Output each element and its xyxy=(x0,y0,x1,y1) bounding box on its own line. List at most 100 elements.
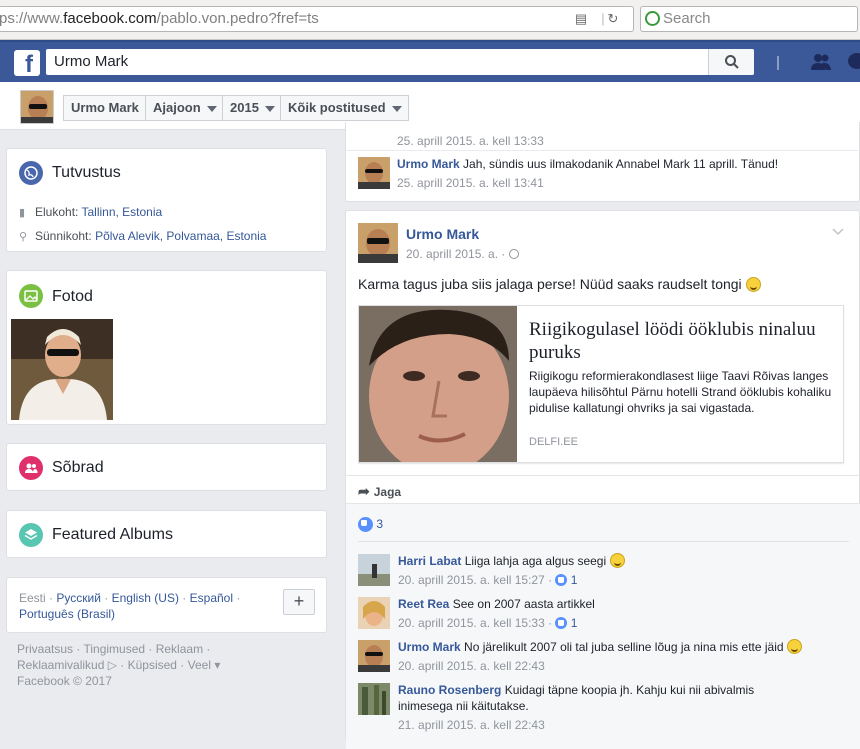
share-button[interactable]: ➦ Jaga xyxy=(358,483,401,500)
profile-name-label: Urmo Mark xyxy=(71,100,139,115)
language-english[interactable]: English (US) xyxy=(112,591,179,605)
footer-links-1[interactable]: Privaatsus · Tingimused · Reklaam · xyxy=(17,642,210,656)
commenter-avatar[interactable] xyxy=(358,683,390,715)
birthplace-link[interactable]: Põlva Alevik, Polvamaa, Estonia xyxy=(95,229,266,243)
separator: · xyxy=(182,591,187,605)
link-preview-title[interactable]: Riigikogulasel löödi ööklubis ninaluu pu… xyxy=(529,318,829,364)
link-preview-description: Riigikogu reformierakondlasest liige Taa… xyxy=(529,369,832,415)
comment-body: Harri Labat Liiga lahja aga algus seegi xyxy=(398,553,848,569)
comment-time[interactable]: 25. aprill 2015. a. kell 13:33 xyxy=(397,134,544,148)
intro-title: Tutvustus xyxy=(52,164,121,181)
commenter-name[interactable]: Urmo Mark xyxy=(398,640,461,654)
featured-albums-title: Featured Albums xyxy=(52,526,173,543)
ad-choices-link[interactable]: Reklaamivalikud xyxy=(17,658,104,672)
facebook-logo-letter: f xyxy=(25,51,33,76)
commenter-avatar[interactable] xyxy=(358,554,390,586)
intro-card: Tutvustus ▮ Elukoht: Tallinn, Estonia ⚲ Sü… xyxy=(6,148,327,252)
post-author-name[interactable]: Urmo Mark xyxy=(406,226,479,242)
home-icon: ▮ xyxy=(19,207,26,219)
reader-view-icon[interactable]: ▤ xyxy=(573,11,589,27)
language-spanish[interactable]: Español xyxy=(190,591,233,605)
address-bar[interactable]: ps://www.facebook.com/pablo.von.pedro?fr… xyxy=(0,6,634,32)
separator: · xyxy=(236,591,241,605)
birthplace-row: ⚲ Sünnikoht: Põlva Alevik, Polvamaa, Esto… xyxy=(19,229,266,243)
share-label: Jaga xyxy=(373,485,402,499)
globe-icon xyxy=(19,161,43,185)
post-filter-label: Kõik postitused xyxy=(288,100,386,115)
friends-card[interactable]: Sõbrad xyxy=(6,443,327,491)
post-card: Urmo Mark 20. aprill 2015. a. · Karma ta… xyxy=(345,210,860,749)
layers-icon xyxy=(19,523,43,547)
browser-search-input[interactable]: Search xyxy=(640,6,858,32)
profile-photo xyxy=(21,91,53,123)
friends-icon xyxy=(19,456,43,480)
post-date[interactable]: 20. aprill 2015. a. · xyxy=(406,247,519,261)
commenter-name[interactable]: Reet Rea xyxy=(398,597,449,611)
url-path: /pablo.von.pedro?fref=ts xyxy=(156,10,319,27)
link-preview[interactable]: Riigikogulasel löödi ööklubis ninaluu pu… xyxy=(358,305,844,463)
featured-albums-card[interactable]: Featured Albums xyxy=(6,510,327,558)
link-preview-image xyxy=(359,306,517,462)
comment-time[interactable]: 20. aprill 2015. a. kell 22:43 xyxy=(398,659,545,673)
post-author-avatar[interactable] xyxy=(358,223,398,263)
nav-divider xyxy=(777,56,779,70)
comment-meta: 20. aprill 2015. a. kell 15:27 · 1 xyxy=(398,573,577,587)
comment-body: Urmo Mark Jah, sündis uus ilmakodanik An… xyxy=(397,156,852,172)
commenter-name[interactable]: Harri Labat xyxy=(398,554,461,568)
language-list: Eesti · Русский · English (US) · Español… xyxy=(19,590,279,622)
footer-links-2[interactable]: Reklaamivalikud ▷ · Küpsised · Veel ▾ xyxy=(17,658,220,672)
commenter-avatar[interactable] xyxy=(358,640,390,672)
post-filter-dropdown[interactable]: Kõik postitused xyxy=(280,95,409,121)
separator: · xyxy=(49,591,54,605)
previous-post-comments: 25. aprill 2015. a. kell 13:33 Urmo Mark… xyxy=(345,122,860,202)
chevron-down-icon xyxy=(391,106,402,112)
link-preview-source: DELFI.EE xyxy=(529,436,578,448)
add-language-button[interactable]: + xyxy=(283,589,315,615)
comment-meta: 20. aprill 2015. a. kell 15:33 · 1 xyxy=(398,616,577,630)
comment-time[interactable]: 20. aprill 2015. a. kell 15:33 · xyxy=(398,616,552,630)
divider xyxy=(346,475,860,476)
year-dropdown[interactable]: 2015 xyxy=(222,95,282,121)
separator: · xyxy=(104,591,109,605)
facebook-logo-icon[interactable]: f xyxy=(14,50,40,76)
residence-label: Elukoht: xyxy=(35,205,79,219)
language-russian[interactable]: Русский xyxy=(56,591,101,605)
url-domain: facebook.com xyxy=(63,10,157,27)
language-portuguese[interactable]: Português (Brasil) xyxy=(19,607,115,621)
comment-time[interactable]: 25. aprill 2015. a. kell 13:41 xyxy=(397,176,544,190)
facebook-search-input[interactable]: Urmo Mark xyxy=(46,49,754,75)
residence-link[interactable]: Tallinn, Estonia xyxy=(81,205,162,219)
comment-time[interactable]: 21. aprill 2015. a. kell 22:43 xyxy=(398,718,545,732)
location-pin-icon: ⚲ xyxy=(19,231,28,243)
commenter-avatar[interactable] xyxy=(358,597,390,629)
post-date-text: 20. aprill 2015. a. · xyxy=(406,247,506,261)
commenter-name[interactable]: Rauno Rosenberg xyxy=(398,683,501,697)
like-icon xyxy=(555,574,568,586)
url-prefix: ps://www. xyxy=(0,10,64,27)
comment-time[interactable]: 20. aprill 2015. a. kell 15:27 · xyxy=(398,573,552,587)
photo-icon xyxy=(19,284,43,308)
comment-text: Liiga lahja aga algus seegi xyxy=(464,554,607,568)
timeline-tab-dropdown[interactable]: Ajajoon xyxy=(145,95,224,121)
photos-title: Fotod xyxy=(52,288,93,305)
post-options-chevron-icon[interactable] xyxy=(831,227,845,237)
public-globe-icon xyxy=(508,249,519,259)
comment-body: Urmo Mark No järelikult 2007 oli tal jub… xyxy=(398,639,848,655)
search-engine-icon xyxy=(645,11,660,26)
comment-like-count[interactable]: 1 xyxy=(571,616,578,630)
commenter-avatar[interactable] xyxy=(358,157,390,189)
like-icon xyxy=(555,617,568,629)
search-button[interactable] xyxy=(708,49,754,75)
profile-avatar[interactable] xyxy=(20,90,54,124)
footer-more-links[interactable]: · Küpsised · Veel ▾ xyxy=(120,658,220,672)
friend-requests-icon[interactable] xyxy=(810,51,832,73)
messenger-icon[interactable] xyxy=(846,51,860,73)
comment-like-count[interactable]: 1 xyxy=(571,573,578,587)
commenter-name[interactable]: Urmo Mark xyxy=(397,157,460,171)
reload-icon[interactable]: ↻ xyxy=(605,11,621,27)
photo-image xyxy=(11,319,113,420)
smile-emoji-icon xyxy=(609,553,625,568)
like-summary[interactable]: 3 xyxy=(358,517,383,532)
photo-thumbnail[interactable] xyxy=(11,319,113,420)
comment-body: Reet Rea See on 2007 aasta artikkel xyxy=(398,596,848,612)
